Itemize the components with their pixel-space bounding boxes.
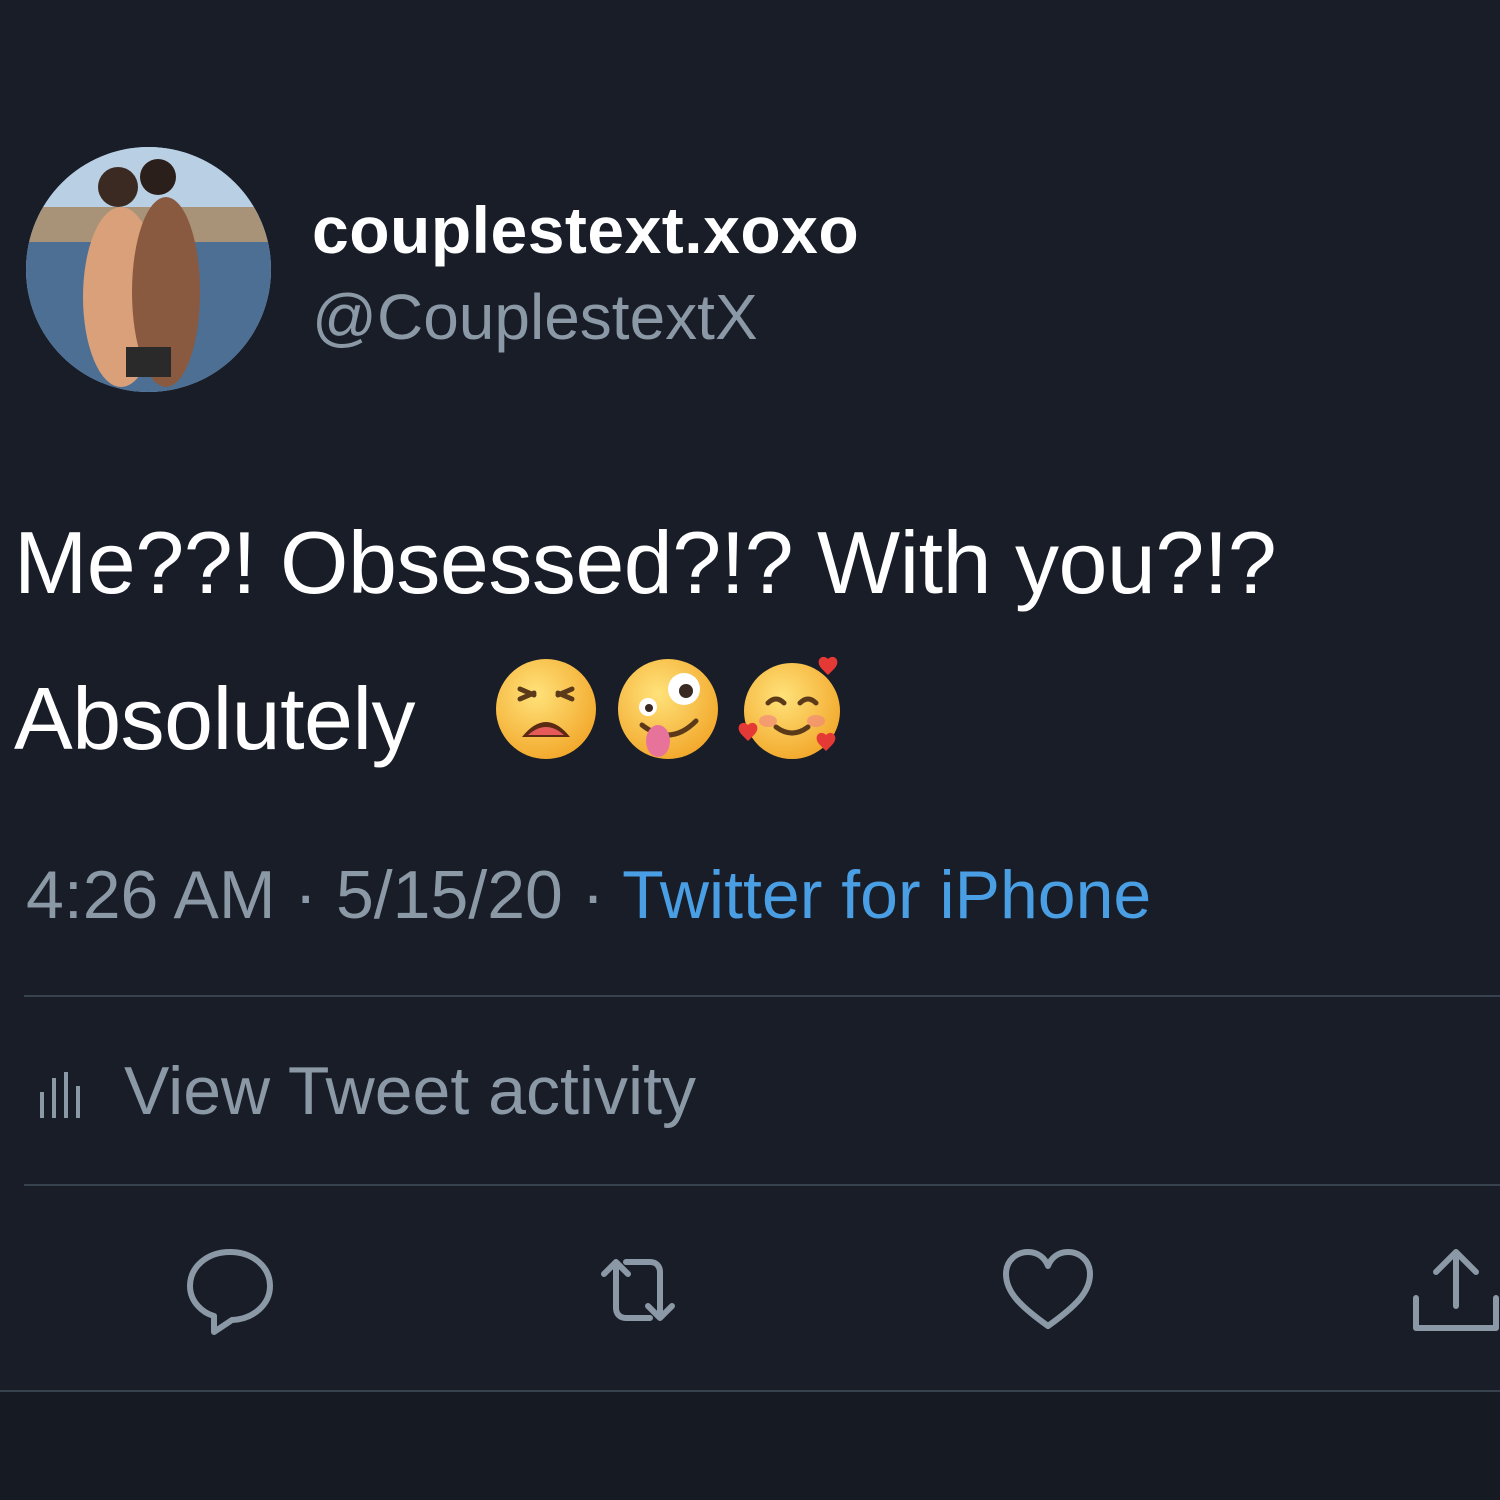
display-name[interactable]: couplestext.xoxo — [312, 192, 859, 268]
weary-face-emoji-icon — [496, 659, 596, 759]
tweet-text-line-1: Me??! Obsessed?!? With you?!? — [14, 513, 1277, 612]
tweet-detail-screen: couplestext.xoxo @CouplestextX Me??! Obs… — [0, 0, 1500, 1500]
like-icon[interactable] — [998, 1240, 1098, 1340]
divider — [24, 1184, 1500, 1186]
avatar-photo — [26, 147, 271, 392]
reply-icon[interactable] — [180, 1240, 280, 1340]
view-tweet-activity-label: View Tweet activity — [124, 1053, 696, 1129]
tweet-source-link[interactable]: Twitter for iPhone — [622, 857, 1151, 933]
share-icon[interactable] — [1406, 1240, 1500, 1340]
avatar[interactable] — [26, 147, 271, 392]
meta-separator: · — [294, 857, 318, 933]
tweet-text-line-2: Absolutely — [14, 669, 416, 768]
zany-face-emoji-icon — [618, 659, 718, 759]
tweet-time: 4:26 AM — [26, 857, 276, 933]
user-handle[interactable]: @CouplestextX — [312, 280, 758, 354]
divider — [24, 995, 1500, 997]
smiling-face-with-hearts-emoji-icon — [738, 656, 840, 759]
meta-separator: · — [581, 857, 605, 933]
tweet-meta: 4:26 AM · 5/15/20 · Twitter for iPhone — [26, 856, 1151, 934]
tweet-date: 5/15/20 — [335, 857, 563, 933]
bar-chart-icon — [40, 1072, 80, 1118]
retweet-icon[interactable] — [588, 1240, 688, 1340]
bottom-strip — [0, 1392, 1500, 1500]
